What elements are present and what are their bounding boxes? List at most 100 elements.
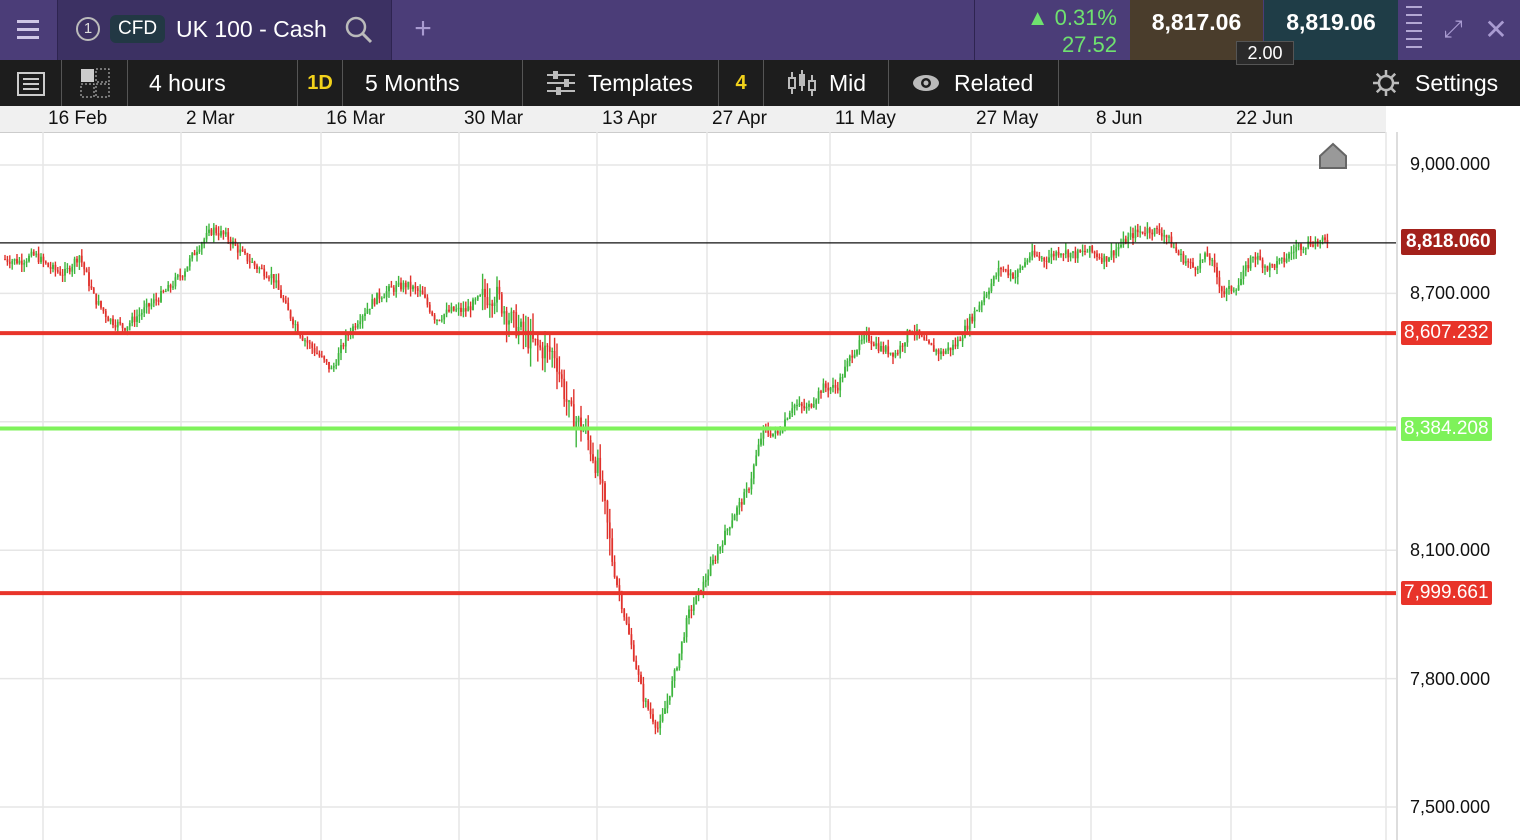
price-axis-label: 9,000.000 [1410,154,1491,174]
candle-down [1144,233,1146,235]
candle-down [601,479,604,484]
home-icon[interactable] [1319,142,1347,169]
change-absolute: 27.52 [1061,32,1117,57]
search-icon[interactable] [343,14,375,46]
candle-down [620,593,623,610]
candle-up [496,286,498,303]
candle-down [606,500,609,523]
candle-down [1160,233,1163,237]
candle-up [388,286,390,292]
candle-down [1043,257,1046,261]
candle-down [215,227,218,234]
candle-up [1024,262,1026,267]
candle-up [707,575,710,581]
candle-up [1163,235,1166,237]
candle-down [1165,235,1168,238]
candle-up [1280,257,1283,259]
candle-up [719,546,722,551]
candle-down [1074,251,1077,259]
candlestick-icon [788,70,816,96]
candle-up [947,347,950,351]
candle-down [181,276,184,278]
candle-up [376,292,378,305]
candle-down [1052,253,1055,257]
candle-down [88,272,90,287]
candle-down [920,335,923,337]
candle-down [1156,228,1158,230]
candle-down [229,239,232,245]
instrument-tab[interactable]: 1 CFD UK 100 - Cash [58,0,392,60]
candle-down [1192,262,1194,268]
candle-up [839,377,842,391]
candle-up [985,294,988,297]
menu-button[interactable] [0,0,58,60]
candle-up [738,502,741,508]
candle-up [863,335,866,340]
candle-up [116,321,119,328]
candle-down [1170,236,1173,248]
price-chart[interactable] [0,132,1520,840]
candle-up [644,700,647,702]
candle-up [757,444,760,456]
candle-up [743,492,746,505]
candle-up [568,400,570,402]
candle-down [1300,244,1302,250]
candle-down [236,245,239,253]
candle-up [1201,259,1204,261]
close-icon[interactable]: ✕ [1478,0,1514,60]
period-badge[interactable]: 1D [298,60,343,106]
candle-down [59,271,62,275]
interval-select[interactable]: 4 hours [128,60,298,106]
expand-icon[interactable]: ⤢ [1436,0,1470,60]
indicator-count-badge[interactable]: 4 [719,60,764,106]
candle-up [371,299,374,309]
drag-handle-icon[interactable] [1400,0,1428,60]
candle-up [695,595,698,605]
candle-up [793,405,796,409]
candle-down [268,277,270,279]
candle-up [1153,228,1156,235]
candle-down [536,339,539,346]
candle-up [28,255,30,262]
candle-down [400,282,402,290]
candle-up [1016,270,1019,277]
list-button[interactable] [0,60,62,106]
candle-down [282,297,285,301]
candle-up [1252,256,1254,258]
settings-button[interactable]: Settings [1360,60,1520,106]
candle-up [11,261,14,264]
price-type-button[interactable]: Mid [764,60,889,106]
candle-down [193,252,196,256]
eye-icon [913,75,939,91]
candle-up [419,290,422,292]
candle-down [448,309,450,312]
candle-down [1182,253,1185,264]
candle-down [932,345,935,352]
level-tag: 8,384.208 [1401,417,1492,441]
layout-button[interactable] [62,60,128,106]
candle-up [1086,251,1089,253]
level-tag: 7,999.661 [1401,581,1492,605]
candle-up [97,300,100,305]
candle-up [812,403,815,408]
candle-down [748,489,750,491]
range-select[interactable]: 5 Months [343,60,523,106]
add-tab-icon[interactable]: + [392,0,454,60]
candle-down [1000,268,1002,270]
candle-up [760,438,762,445]
candle-up [40,256,42,263]
candle-up [755,455,758,466]
candle-down [572,404,575,430]
candle-down [121,323,124,329]
up-triangle-icon: ▲ [1026,5,1049,30]
candle-down [107,316,110,322]
candle-up [1146,228,1149,234]
candle-up [997,268,1000,276]
candle-up [270,274,273,279]
candle-up [395,285,398,292]
candle-down [277,280,280,290]
templates-button[interactable]: Templates [523,60,719,106]
candle-down [323,356,326,360]
related-button[interactable]: Related [889,60,1059,106]
candle-up [503,311,506,314]
